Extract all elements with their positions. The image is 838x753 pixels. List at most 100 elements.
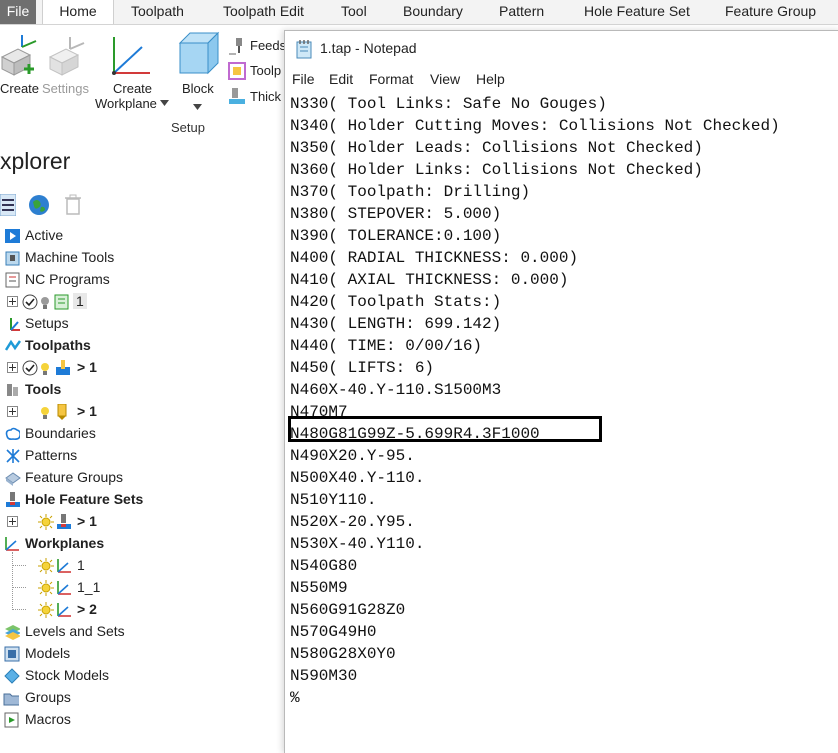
delete-icon[interactable] (64, 194, 82, 216)
text-line: N450( LIFTS: 6) (290, 359, 435, 377)
create-icon[interactable] (0, 35, 40, 77)
tree-item-toolpath-1[interactable]: > 1 (0, 357, 285, 379)
check-icon (22, 360, 38, 376)
tree-item-label: Feature Groups (25, 469, 124, 485)
text-line: N330( Tool Links: Safe No Gouges) (290, 95, 607, 113)
tree-item-boundaries[interactable]: Boundaries (0, 423, 285, 445)
tree-item-label: 1 (73, 293, 87, 309)
models-icon (4, 646, 20, 662)
tree-item-stock-models[interactable]: Stock Models (0, 665, 285, 687)
setup-group-label: Setup (171, 120, 205, 135)
tree-item-tool-1[interactable]: > 1 (0, 401, 285, 423)
toolpath-button[interactable]: Toolp (250, 63, 281, 78)
text-line: N430( LENGTH: 699.142) (290, 315, 502, 333)
workplane-item-icon (57, 581, 71, 595)
tree-item-active[interactable]: Active (0, 225, 285, 247)
tab-feature-group[interactable]: Feature Group (725, 0, 816, 24)
tree-item-label: Models (25, 645, 71, 661)
block-chevron-down-icon[interactable] (193, 104, 203, 112)
tree-item-workplane-2[interactable]: > 2 (0, 599, 285, 621)
block-icon[interactable] (178, 31, 220, 79)
tab-pattern[interactable]: Pattern (499, 0, 544, 24)
globe-icon[interactable] (28, 194, 50, 216)
notepad-titlebar[interactable]: 1.tap - Notepad (285, 31, 838, 67)
tree-item-label: Groups (25, 689, 71, 705)
groups-icon (3, 693, 19, 706)
tree-item-workplane-1[interactable]: 1 (0, 555, 285, 577)
menu-view[interactable]: View (430, 71, 460, 87)
tree-view-icon[interactable] (0, 194, 16, 216)
menu-help[interactable]: Help (476, 71, 505, 87)
notepad-icon (296, 40, 312, 59)
notepad-menubar: File Edit Format View Help (285, 69, 838, 91)
tab-tool[interactable]: Tool (341, 0, 367, 24)
tree-item-label: > 1 (77, 359, 97, 375)
toolpath-item-icon (56, 360, 70, 375)
tab-toolpath[interactable]: Toolpath (131, 0, 184, 24)
tree-item-models[interactable]: Models (0, 643, 285, 665)
tree-item-label: > 1 (77, 403, 97, 419)
tree-item-macros[interactable]: Macros (0, 709, 285, 731)
text-line: N590M30 (290, 667, 358, 685)
thickness-button[interactable]: Thick (250, 89, 281, 104)
macros-icon (4, 712, 19, 728)
tree-item-label: Machine Tools (25, 249, 115, 265)
tree-item-machine-tools[interactable]: Machine Tools (0, 247, 285, 269)
feature-groups-icon (5, 472, 21, 486)
menu-edit[interactable]: Edit (329, 71, 353, 87)
tab-toolpath-edit[interactable]: Toolpath Edit (223, 0, 304, 24)
check-icon (22, 294, 38, 310)
expand-icon[interactable] (7, 516, 18, 527)
menu-file[interactable]: File (292, 71, 315, 87)
tab-file[interactable]: File (0, 0, 36, 24)
tab-hole-feature-set[interactable]: Hole Feature Set (584, 0, 690, 24)
thickness-icon (229, 88, 245, 104)
ribbon-tab-bar: File Home Toolpath Toolpath Edit Tool Bo… (0, 0, 838, 24)
chevron-down-icon[interactable] (160, 100, 170, 108)
tree-item-label: Toolpaths (25, 337, 91, 353)
create-workplane-button[interactable]: Workplane (95, 96, 157, 111)
text-line: N400( RADIAL THICKNESS: 0.000) (290, 249, 579, 267)
explorer-toolbar (0, 190, 285, 220)
tree-item-hole-feature-sets[interactable]: Hole Feature Sets (0, 489, 285, 511)
notepad-title: 1.tap - Notepad (320, 40, 417, 56)
text-line: N560G91G28Z0 (290, 601, 406, 619)
text-line: N460X-40.Y-110.S1500M3 (290, 381, 502, 399)
tree-item-setups[interactable]: Setups (0, 313, 285, 335)
create-workplane-icon[interactable] (110, 33, 154, 77)
tree-item-label: Setups (25, 315, 69, 331)
tree-item-tools[interactable]: Tools (0, 379, 285, 401)
tree-item-nc-programs[interactable]: NC Programs (0, 269, 285, 291)
expand-icon[interactable] (7, 406, 18, 417)
menu-format[interactable]: Format (369, 71, 413, 87)
tree-item-hole-feature-set-1[interactable]: > 1 (0, 511, 285, 533)
tree-item-nc-program-1[interactable]: 1 (0, 291, 285, 313)
expand-icon[interactable] (7, 362, 18, 373)
text-line: N570G49H0 (290, 623, 377, 641)
patterns-icon (6, 449, 20, 463)
notepad-text-area[interactable]: N330( Tool Links: Safe No Gouges) N340( … (288, 93, 780, 709)
block-button[interactable]: Block (182, 81, 214, 96)
text-line: N350( Holder Leads: Collisions Not Check… (290, 139, 703, 157)
settings-button[interactable]: Settings (42, 81, 89, 96)
tab-boundary[interactable]: Boundary (403, 0, 463, 24)
tree-item-levels-and-sets[interactable]: Levels and Sets (0, 621, 285, 643)
boundaries-icon (5, 427, 20, 440)
tree-item-workplane-1-1[interactable]: 1_1 (0, 577, 285, 599)
feeds-button[interactable]: Feeds (250, 38, 286, 53)
tree-item-label: NC Programs (25, 271, 110, 287)
tree-item-toolpaths[interactable]: Toolpaths (0, 335, 285, 357)
expand-icon[interactable] (7, 296, 18, 307)
tree-item-patterns[interactable]: Patterns (0, 445, 285, 467)
setups-icon (10, 318, 20, 331)
tree-item-groups[interactable]: Groups (0, 687, 285, 709)
text-line: % (290, 689, 300, 707)
tool-item-icon (57, 404, 67, 420)
tree-item-feature-groups[interactable]: Feature Groups (0, 467, 285, 489)
settings-icon (48, 37, 85, 76)
tree-item-label: Stock Models (25, 667, 110, 683)
tab-home[interactable]: Home (42, 0, 114, 24)
create-button[interactable]: Create (0, 81, 39, 96)
tree-item-workplanes[interactable]: Workplanes (0, 533, 285, 555)
text-line: N540G80 (290, 557, 358, 575)
